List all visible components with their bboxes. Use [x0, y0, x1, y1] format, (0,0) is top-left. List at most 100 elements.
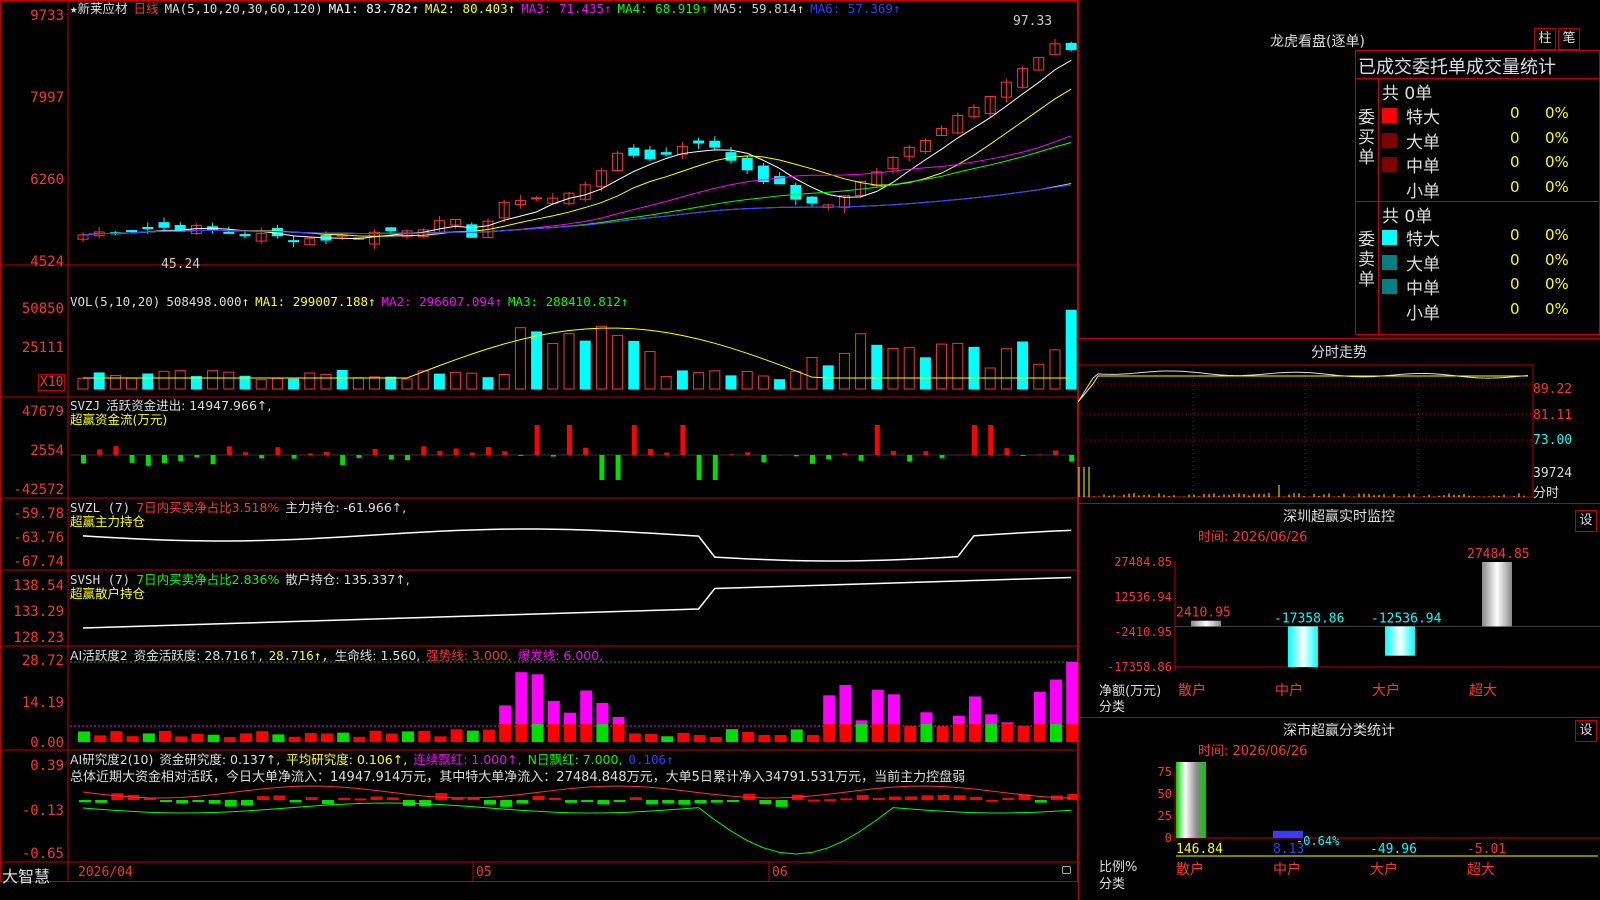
activity-bar: [580, 724, 593, 742]
monitor-category: 大户: [1372, 682, 1400, 699]
activity-bar-top: [855, 720, 868, 724]
fund-bar: [356, 455, 362, 458]
candle: [741, 157, 753, 171]
intraday-title: 分时走势: [1311, 345, 1367, 361]
activity-bar: [904, 726, 917, 742]
activity-bar: [742, 732, 755, 742]
monitor-settings-button[interactable]: 设: [1575, 510, 1597, 532]
candle: [644, 149, 656, 160]
activity-bar: [758, 735, 771, 742]
research-bar: [1002, 797, 1015, 800]
activity-bar: [628, 733, 641, 742]
volume-bar: [433, 373, 445, 390]
tick-mode-button[interactable]: 笔: [1558, 28, 1580, 50]
order-row: 中单 0 0%: [1382, 274, 1600, 299]
favorite-star-icon[interactable]: ★: [70, 1, 78, 16]
fund-bar: [858, 455, 864, 461]
order-stats-title[interactable]: 已成交委托单成交量统计: [1358, 53, 1556, 79]
fund-bar: [243, 452, 248, 455]
monitor-bar-label: 2410.95: [1176, 606, 1231, 621]
research-bar: [305, 797, 318, 800]
monitor-tick: -17358.86: [1107, 660, 1172, 674]
fund-bar: [1020, 455, 1026, 456]
svzl-name: SVZL (7): [70, 500, 131, 515]
fund-bar: [1036, 454, 1042, 455]
research-bar: [856, 795, 869, 800]
date-label: 06: [772, 865, 788, 880]
fund-bar: [583, 447, 589, 455]
activity-bar: [726, 729, 738, 742]
class-category: 超大: [1467, 862, 1495, 878]
volume-bar: [401, 378, 413, 390]
lock-icon[interactable]: [1062, 866, 1071, 874]
volume-bar: [595, 325, 607, 390]
activity-bar: [288, 736, 301, 742]
main-header: ★新莱应材 日线 MA(5,10,20,30,60,120) MA1: 83.782↑…: [70, 1, 906, 16]
class-category: 大户: [1370, 861, 1398, 878]
divider: [1078, 338, 1600, 339]
sell-side-label: 委卖单: [1358, 230, 1375, 290]
volume-bar: [709, 370, 721, 390]
color-swatch: [1382, 254, 1397, 270]
order-row-count: 0: [1510, 104, 1520, 122]
candle: [660, 152, 672, 155]
class-tick: 50: [1158, 787, 1172, 801]
order-row-pct: 0%: [1545, 275, 1569, 293]
ma-line: [82, 59, 1072, 240]
color-swatch: [1382, 230, 1397, 245]
vol-value: 508498.000↑: [166, 294, 250, 309]
candle: [531, 197, 543, 200]
fund-bar: [324, 451, 329, 455]
fund-bar: [696, 455, 702, 480]
ai1-life: 生命线: 1.560,: [334, 648, 421, 663]
candle: [288, 240, 300, 243]
order-row-label: 小单: [1406, 303, 1440, 324]
class-chart[interactable]: 7550250146.84散户8.13中户-49.96大户-5.01超大: [1078, 758, 1600, 900]
order-row-pct: 0%: [1545, 250, 1569, 269]
period-label[interactable]: 日线: [134, 1, 159, 16]
activity-bar: [1066, 724, 1078, 742]
volume-bar: [1065, 309, 1077, 390]
fund-bar: [729, 454, 734, 455]
fund-bar: [826, 455, 832, 460]
research-bar: [95, 800, 108, 803]
intraday-axis-label: 73.00: [1533, 433, 1573, 448]
fund-bar: [405, 455, 410, 461]
volume-bar: [255, 379, 267, 390]
class-settings-button[interactable]: 设: [1575, 720, 1597, 742]
monitor-category: 散户: [1178, 682, 1206, 699]
activity-bar: [693, 735, 706, 742]
order-row: 中单 0 0%: [1382, 152, 1600, 177]
fund-bar: [567, 425, 572, 455]
ai1-strong: 强势线: 3.000,: [426, 648, 512, 663]
research-bar: [1067, 793, 1078, 800]
fund-bar: [145, 455, 151, 466]
class-title: 深市超赢分类统计: [1283, 723, 1395, 739]
ai2-summary: 总体近期大资金相对活跃，今日大单净流入：14947.914万元，其中特大单净流入…: [70, 770, 966, 785]
ai1-header: AI活跃度2 资金活跃度: 28.716↑, 28.716↑, 生命线: 1.560,…: [70, 648, 609, 663]
intraday-chart[interactable]: [1078, 362, 1600, 500]
volume-bar: [903, 347, 915, 390]
fund-bar: [550, 455, 556, 457]
monitor-tick: 12536.94: [1114, 590, 1172, 604]
candle: [223, 231, 235, 234]
volume-bar: [1033, 363, 1045, 390]
volume-bar: [676, 370, 688, 390]
fund-bar: [518, 455, 524, 456]
order-row-label: 小单: [1406, 181, 1440, 202]
vol-ma3: MA3: 288410.812↑: [507, 294, 629, 309]
research-bar: [370, 796, 383, 800]
activity-bar-top: [985, 714, 998, 724]
research-bar: [548, 797, 561, 800]
stock-name: 新莱应材: [77, 1, 128, 16]
kline-chart[interactable]: [0, 0, 1078, 882]
activity-bar: [434, 736, 447, 742]
order-row-label: 中单: [1406, 157, 1440, 177]
order-row-pct: 0%: [1545, 299, 1569, 318]
research-line: [82, 802, 1072, 855]
bar-mode-button[interactable]: 柱: [1534, 28, 1556, 50]
research-bar: [727, 800, 739, 802]
activity-bar: [920, 724, 933, 742]
activity-bar: [823, 724, 836, 742]
fund-bar: [680, 425, 686, 455]
